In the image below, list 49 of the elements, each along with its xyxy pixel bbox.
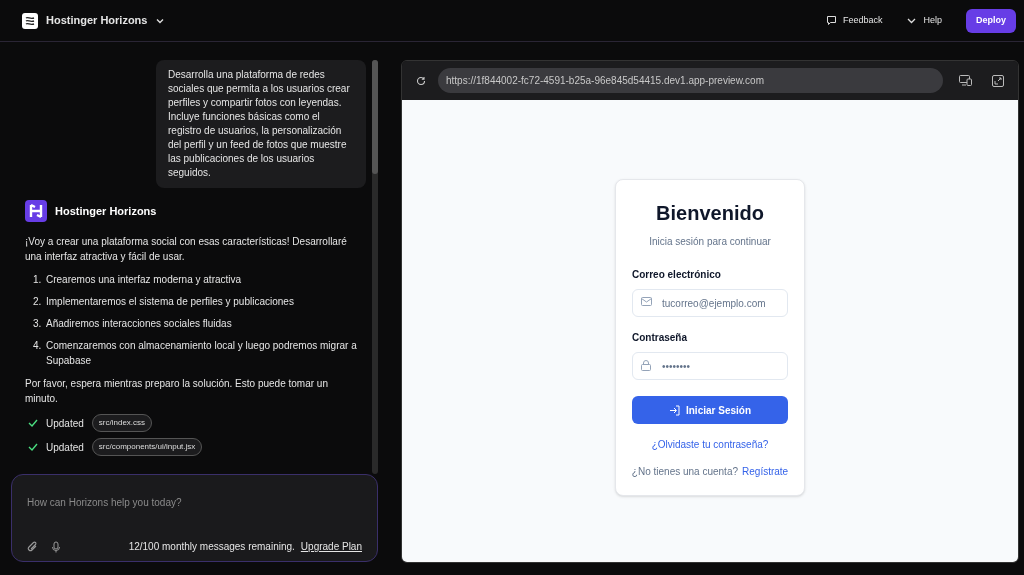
paperclip-icon[interactable] bbox=[27, 540, 39, 553]
assistant-name: Hostinger Horizons bbox=[55, 203, 157, 219]
assistant-logo-icon bbox=[25, 200, 47, 222]
login-title: Bienvenido bbox=[655, 201, 765, 226]
list-number: 4. bbox=[33, 339, 43, 353]
field-label: Correo electrónico bbox=[632, 268, 722, 282]
devices-icon[interactable] bbox=[959, 75, 972, 86]
list-number: 3. bbox=[33, 317, 43, 331]
status-text: Updated bbox=[46, 416, 84, 431]
field-label: Contraseña bbox=[632, 331, 688, 345]
file-tag[interactable]: src/components/ui/input.jsx bbox=[91, 438, 203, 456]
reload-icon[interactable] bbox=[416, 75, 426, 86]
list-item-text: Crearemos una interfaz moderna y atractiva bbox=[46, 273, 242, 287]
file-tag[interactable]: src/index.css bbox=[91, 414, 153, 432]
prompt-field[interactable]: How can Horizons help you today? bbox=[27, 495, 362, 510]
feedback-button[interactable]: Feedback bbox=[825, 13, 883, 28]
upgrade-link[interactable]: Upgrade Plan bbox=[300, 539, 362, 554]
list-item-text: Implementaremos el sistema de perfiles y publicaciones bbox=[46, 295, 294, 309]
forgot-password-link[interactable]: ¿Olvidaste tu contraseña? bbox=[632, 437, 788, 452]
url-bar[interactable]: https://1f844002-fc72-4591-b25a-96e845d54415.dev1.app-preview.com bbox=[438, 68, 943, 93]
deploy-button[interactable]: Deploy bbox=[966, 8, 1016, 33]
envelope-icon bbox=[641, 297, 652, 306]
quota-text: 12/100 monthly messages remaining. bbox=[128, 540, 295, 554]
signup-prompt: ¿No tienes una cuenta? bbox=[631, 465, 739, 479]
login-subtitle: Inicia sesión para continuar bbox=[648, 235, 772, 249]
checkmark-icon bbox=[28, 443, 38, 451]
status-text: Updated bbox=[46, 440, 84, 455]
list-item-text: Añadiremos interacciones sociales fluidas bbox=[46, 317, 232, 331]
logo-icon bbox=[22, 12, 38, 29]
checkmark-icon bbox=[28, 419, 38, 427]
prompt-box[interactable]: How can Horizons help you today? 12/100 monthly messages remaining. Upgrade Plan bbox=[11, 474, 378, 562]
speech-bubble-icon bbox=[825, 15, 837, 26]
list-item-text: Comenzaremos con almacenamiento local y luego podremos migrar a Supabase bbox=[46, 339, 358, 368]
signup-link[interactable]: Regístrate bbox=[742, 464, 789, 479]
assistant-text: ¡Voy a crear una plataforma social con esas características! Desarrollaré una interfaz atractiva y fácil de usar. bbox=[25, 235, 348, 264]
product-name[interactable]: Hostinger Horizons bbox=[46, 12, 148, 29]
user-message: Desarrolla una plataforma de redes sociales que permita a los usuarios crear perfiles y compartir fotos con leyendas. Incluye funciones básicas como el registro de usuarios, la personalización del perfil y un feed de fotos que muestre las publicaciones de los usuarios seguidos. bbox=[156, 60, 366, 188]
help-button[interactable]: Help bbox=[906, 13, 942, 28]
microphone-icon[interactable] bbox=[51, 540, 61, 553]
expand-icon[interactable] bbox=[992, 74, 1004, 87]
email-field[interactable]: tucorreo@ejemplo.com bbox=[632, 289, 788, 317]
list-number: 1. bbox=[33, 273, 43, 287]
scrollbar-thumb[interactable] bbox=[372, 60, 378, 174]
list-number: 2. bbox=[33, 295, 43, 309]
password-field[interactable]: •••••••• bbox=[632, 352, 788, 380]
login-button[interactable]: Iniciar Sesión bbox=[632, 396, 788, 424]
lock-icon bbox=[641, 360, 651, 371]
login-arrow-icon bbox=[669, 404, 680, 416]
assistant-text: Por favor, espera mientras preparo la solución. Esto puede tomar un minuto. bbox=[25, 377, 329, 406]
